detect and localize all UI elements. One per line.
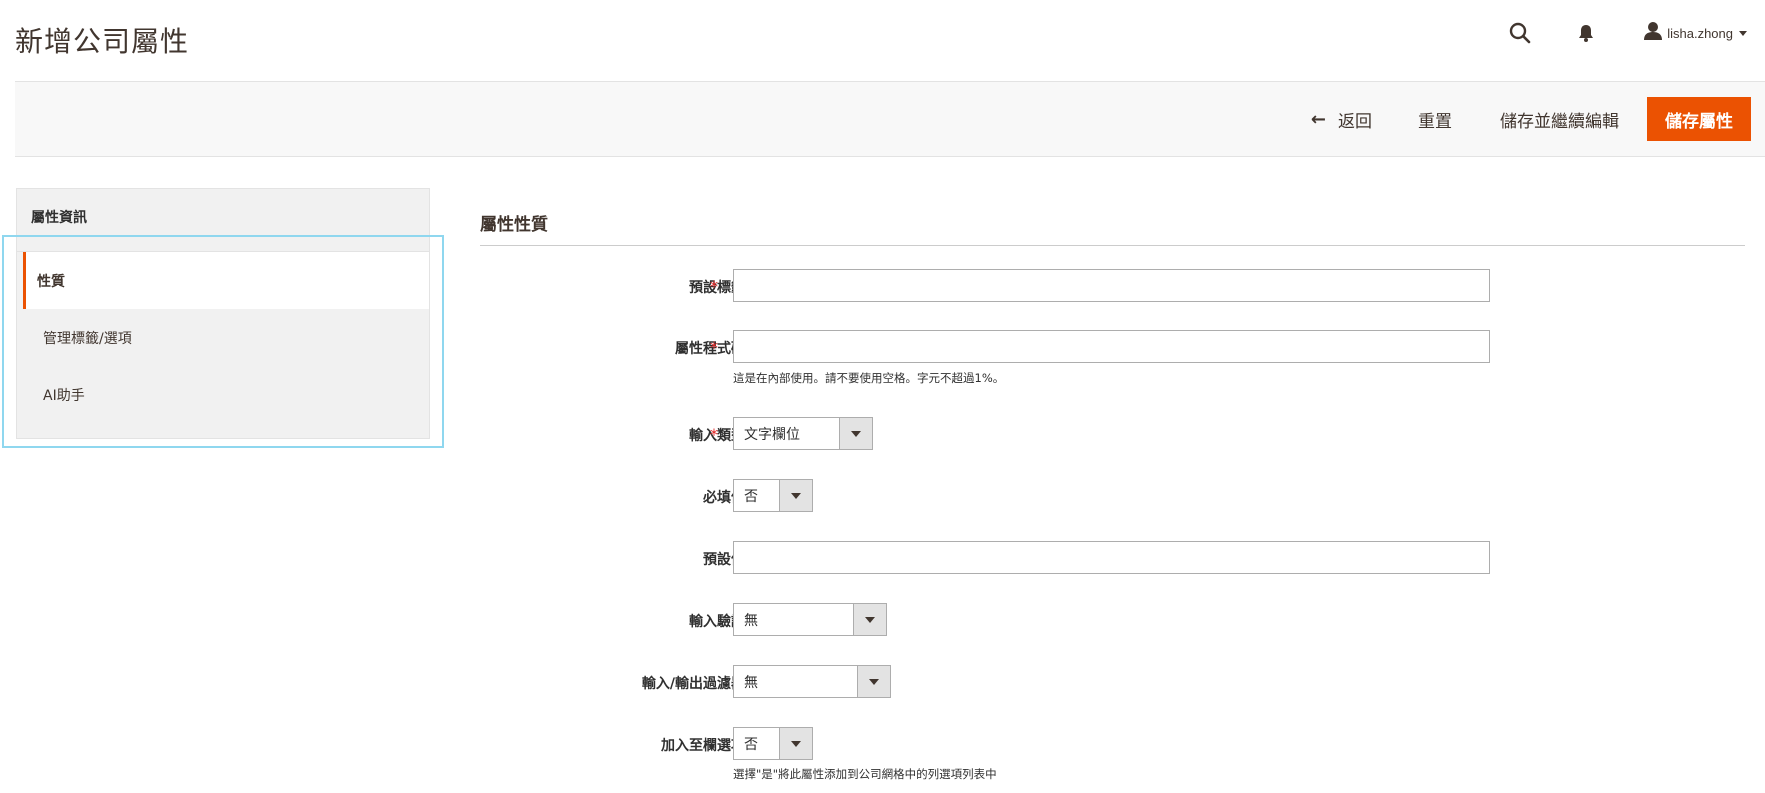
add-to-column-options-select[interactable]: 否 — [733, 727, 813, 760]
bell-icon[interactable] — [1571, 18, 1601, 48]
input-validation-select[interactable]: 無 — [733, 603, 887, 636]
dropdown-arrow-icon — [857, 666, 890, 697]
required-mark: * — [710, 425, 718, 444]
arrow-left-icon: ← — [1310, 108, 1326, 130]
attribute-properties-form: 屬性性質 預設標籤 * 屬性程式碼 * 這是在內部使用。請不要使用空格。字元不超… — [480, 210, 1745, 781]
back-button[interactable]: ← 返回 — [1311, 97, 1372, 141]
input-type-select[interactable]: 文字欄位 — [733, 417, 873, 450]
values-required-label: 必填值 — [703, 490, 745, 506]
sidebar-tabs: 性質 管理標籤/選項 AI助手 — [16, 252, 430, 439]
tab-ai-assistant[interactable]: AI助手 — [23, 366, 429, 423]
user-icon — [1643, 21, 1663, 45]
sidebar-heading: 屬性資訊 — [16, 188, 430, 252]
attribute-code-note: 這是在內部使用。請不要使用空格。字元不超過1%。 — [733, 371, 1005, 385]
attribute-code-label: 屬性程式碼 — [675, 341, 745, 357]
header-actions: lisha.zhong — [1505, 18, 1747, 48]
default-label-input[interactable] — [733, 269, 1490, 302]
user-name: lisha.zhong — [1667, 25, 1733, 41]
back-label: 返回 — [1338, 111, 1372, 132]
default-value-input[interactable] — [733, 541, 1490, 574]
input-output-filter-label: 輸入/輸出過濾器 — [641, 676, 745, 692]
chevron-down-icon — [1739, 30, 1747, 36]
page-title: 新增公司屬性 — [15, 25, 190, 58]
input-type-value: 文字欄位 — [744, 426, 800, 443]
attribute-code-input[interactable] — [733, 330, 1490, 363]
tab-manage-labels-options[interactable]: 管理標籤/選項 — [23, 309, 429, 366]
save-and-continue-button[interactable]: 儲存並繼續編輯 — [1500, 97, 1619, 141]
search-icon[interactable] — [1505, 18, 1535, 48]
values-required-value: 否 — [744, 488, 758, 505]
attribute-info-sidebar: 屬性資訊 性質 管理標籤/選項 AI助手 — [16, 188, 430, 439]
dropdown-arrow-icon — [853, 604, 886, 635]
tab-properties[interactable]: 性質 — [23, 252, 429, 309]
dropdown-arrow-icon — [779, 728, 812, 759]
save-attribute-button[interactable]: 儲存屬性 — [1647, 97, 1751, 141]
input-validation-value: 無 — [744, 612, 758, 629]
input-validation-label: 輸入驗證 — [689, 614, 745, 630]
input-output-filter-select[interactable]: 無 — [733, 665, 891, 698]
default-value-label: 預設值 — [703, 552, 745, 568]
page-actions: ← 返回 重置 儲存並繼續編輯 儲存屬性 — [1311, 97, 1751, 141]
add-to-column-options-value: 否 — [744, 736, 758, 753]
dropdown-arrow-icon — [839, 418, 872, 449]
section-title: 屬性性質 — [480, 210, 1745, 246]
add-to-column-options-note: 選擇"是"將此屬性添加到公司網格中的列選項列表中 — [733, 767, 997, 781]
page-actions-bar: ← 返回 重置 儲存並繼續編輯 儲存屬性 — [15, 81, 1765, 157]
input-type-label: 輸入類型 — [689, 428, 745, 444]
dropdown-arrow-icon — [779, 480, 812, 511]
input-output-filter-value: 無 — [744, 674, 758, 691]
required-mark: * — [710, 338, 718, 357]
values-required-select[interactable]: 否 — [733, 479, 813, 512]
default-label-label: 預設標籤 — [689, 280, 745, 296]
add-to-column-options-label: 加入至欄選項 — [661, 738, 745, 754]
required-mark: * — [710, 277, 718, 296]
user-menu[interactable]: lisha.zhong — [1643, 21, 1747, 45]
reset-button[interactable]: 重置 — [1418, 97, 1452, 141]
